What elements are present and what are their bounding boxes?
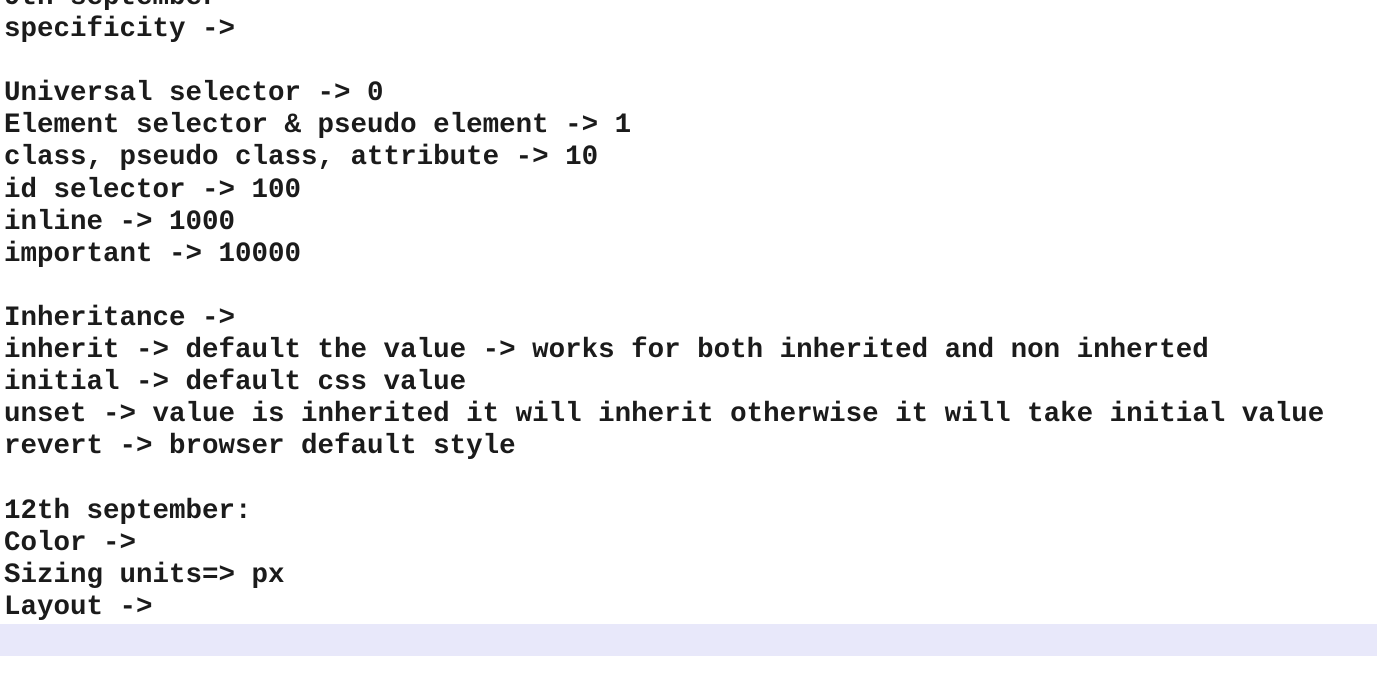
editor-line-6[interactable]: class, pseudo class, attribute -> 10	[0, 142, 1377, 174]
editor-line-12[interactable]: inherit -> default the value -> works fo…	[0, 335, 1377, 367]
editor-line-3[interactable]	[0, 46, 1377, 78]
editor-lines: 9th september specificity -> Universal s…	[0, 0, 1377, 656]
editor-line-4[interactable]: Universal selector -> 0	[0, 78, 1377, 110]
editor-line-20[interactable]: Layout ->	[0, 592, 1377, 624]
editor-line-8[interactable]: inline -> 1000	[0, 207, 1377, 239]
editor-line-15[interactable]: revert -> browser default style	[0, 431, 1377, 463]
editor-line-7[interactable]: id selector -> 100	[0, 175, 1377, 207]
editor-line-9[interactable]: important -> 10000	[0, 239, 1377, 271]
editor-line-1[interactable]: 9th september	[0, 0, 1377, 14]
editor-line-10[interactable]	[0, 271, 1377, 303]
editor-line-13[interactable]: initial -> default css value	[0, 367, 1377, 399]
current-line[interactable]	[0, 623, 1377, 656]
editor-line-18[interactable]: Color ->	[0, 528, 1377, 560]
editor-line-14[interactable]: unset -> value is inherited it will inhe…	[0, 399, 1377, 431]
editor-line-19[interactable]: Sizing units=> px	[0, 560, 1377, 592]
text-editor[interactable]: 9th september specificity -> Universal s…	[0, 0, 1377, 679]
editor-line-5[interactable]: Element selector & pseudo element -> 1	[0, 110, 1377, 142]
editor-line-2[interactable]: specificity ->	[0, 14, 1377, 46]
editor-line-16[interactable]	[0, 463, 1377, 495]
editor-line-17[interactable]: 12th september:	[0, 496, 1377, 528]
editor-line-11[interactable]: Inheritance ->	[0, 303, 1377, 335]
